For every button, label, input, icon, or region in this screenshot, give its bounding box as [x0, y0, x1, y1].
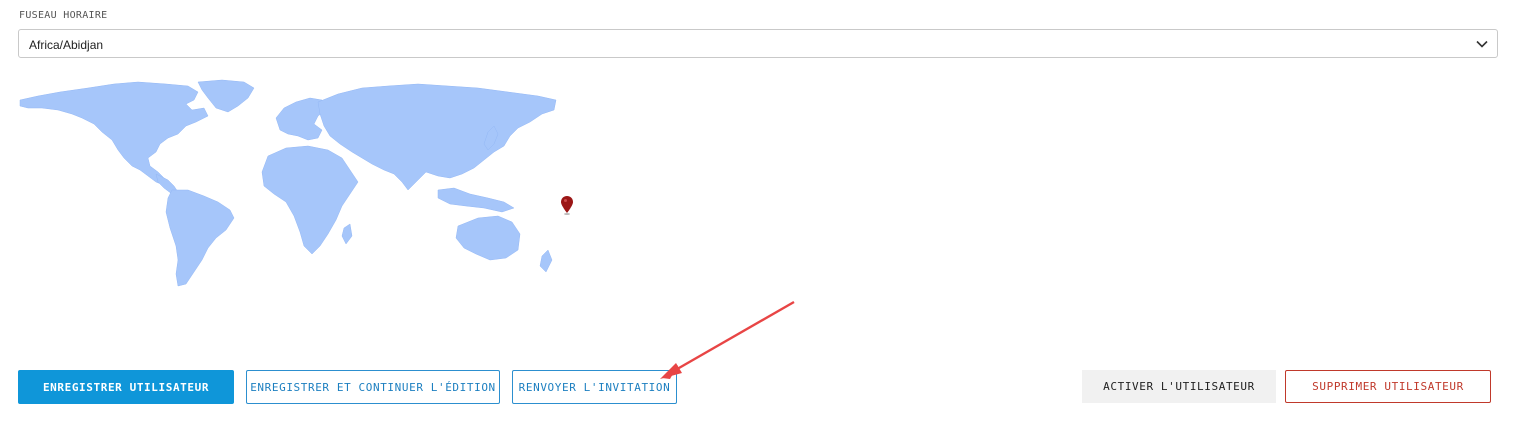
greenland-shape — [197, 79, 255, 113]
resend-invitation-button[interactable]: RENVOYER L'INVITATION — [512, 370, 677, 404]
north-america-shape — [19, 81, 209, 187]
delete-user-button[interactable]: SUPPRIMER UTILISATEUR — [1285, 370, 1491, 403]
madagascar-shape — [341, 223, 353, 245]
asia-shape — [317, 83, 557, 191]
user-edit-page: FUSEAU HORAIRE Africa/Abidjan ENREGISTRE… — [0, 0, 1514, 429]
timezone-label: FUSEAU HORAIRE — [19, 10, 108, 21]
indonesia-shape — [437, 187, 515, 213]
save-user-button[interactable]: ENREGISTRER UTILISATEUR — [18, 370, 234, 404]
new-zealand-shape — [539, 249, 553, 273]
timezone-select[interactable]: Africa/Abidjan — [18, 29, 1498, 58]
south-america-shape — [165, 189, 235, 287]
world-map — [19, 79, 557, 287]
activate-user-button[interactable]: ACTIVER L'UTILISATEUR — [1082, 370, 1276, 403]
australia-shape — [455, 215, 521, 261]
chevron-down-icon — [1476, 40, 1488, 48]
timezone-select-value: Africa/Abidjan — [29, 38, 104, 52]
save-and-continue-button[interactable]: ENREGISTRER ET CONTINUER L'ÉDITION — [246, 370, 500, 404]
location-pin-icon — [561, 196, 573, 215]
